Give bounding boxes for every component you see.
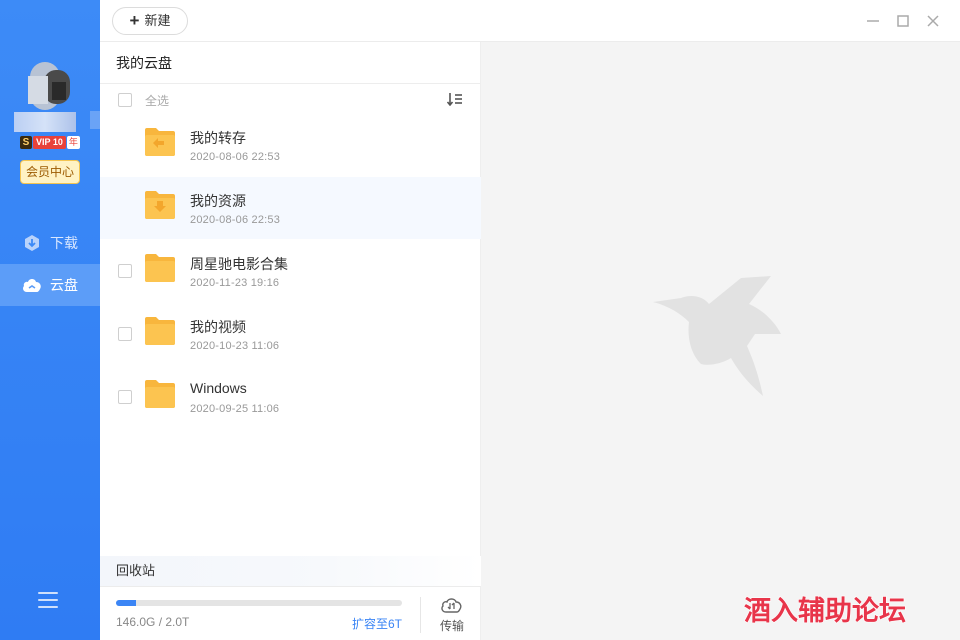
sort-icon[interactable]	[446, 92, 463, 107]
file-row[interactable]: 周星驰电影合集 2020-11-23 19:16	[100, 240, 481, 302]
file-date: 2020-09-25 11:06	[190, 403, 280, 415]
folder-icon	[144, 316, 176, 346]
minimize-icon[interactable]	[864, 12, 882, 30]
file-name: 周星驰电影合集	[190, 256, 288, 272]
username	[14, 112, 76, 132]
file-name: 我的视频	[190, 319, 246, 335]
file-row[interactable]: 我的视频 2020-10-23 11:06	[100, 303, 481, 365]
avatar[interactable]	[16, 62, 74, 110]
nav-label-cloud: 云盘	[50, 277, 78, 293]
member-center-button[interactable]: 会员中心	[20, 160, 80, 184]
vip-year: 年	[66, 135, 80, 149]
select-all-label: 全选	[145, 93, 170, 108]
title-bar: + 新建	[100, 0, 960, 42]
file-panel: 我的云盘 全选 我的转存 2020-08-06 22:53 我的资源 2020-…	[100, 42, 481, 640]
menu-icon[interactable]	[38, 592, 58, 608]
row-checkbox[interactable]	[118, 327, 132, 341]
bird-logo-icon	[653, 276, 781, 396]
watermark-text: 酒入辅助论坛	[744, 596, 906, 627]
storage-used-text: 146.0G / 2.0T	[116, 615, 190, 629]
file-date: 2020-08-06 22:53	[190, 214, 281, 226]
nav-item-download[interactable]: 下载	[0, 222, 100, 264]
nav-item-cloud[interactable]: 云盘	[0, 264, 100, 306]
svip-icon: S	[20, 135, 32, 149]
storage-progress	[116, 600, 402, 606]
storage-progress-fill	[116, 600, 137, 606]
new-button-label: 新建	[144, 13, 171, 28]
recycle-bin[interactable]: 回收站	[100, 556, 481, 586]
nav-label-download: 下载	[50, 235, 78, 251]
file-row[interactable]: 我的转存 2020-08-06 22:53	[100, 114, 481, 176]
cloud-icon	[22, 275, 42, 295]
vip-level: VIP 10	[33, 135, 66, 149]
file-date: 2020-11-23 19:16	[190, 277, 280, 289]
file-name: 我的转存	[190, 130, 246, 146]
preview-area: 酒入辅助论坛	[481, 42, 960, 640]
file-date: 2020-08-06 22:53	[190, 151, 281, 163]
file-date: 2020-10-23 11:06	[190, 340, 280, 352]
folder-transfer-icon	[144, 127, 176, 157]
download-icon	[22, 233, 42, 253]
select-all-row: 全选	[100, 90, 481, 110]
folder-resource-icon	[144, 190, 176, 220]
file-name: 我的资源	[190, 193, 246, 209]
close-icon[interactable]	[924, 12, 942, 30]
transfer-button[interactable]: 传输	[434, 595, 470, 634]
folder-icon	[144, 379, 176, 409]
maximize-icon[interactable]	[894, 12, 912, 30]
divider	[420, 597, 421, 633]
new-button[interactable]: + 新建	[112, 7, 188, 35]
folder-icon	[144, 253, 176, 283]
transfer-label: 传输	[439, 619, 464, 633]
file-row[interactable]: 我的资源 2020-08-06 22:53	[100, 177, 481, 239]
expand-storage-link[interactable]: 扩容至6T	[352, 615, 402, 632]
forum-watermark: 酒入辅助论坛	[743, 595, 906, 627]
plus-icon: +	[129, 11, 140, 30]
panel-title: 我的云盘	[100, 42, 480, 84]
storage-bar: 146.0G / 2.0T 扩容至6T 传输	[100, 586, 481, 640]
row-checkbox[interactable]	[118, 390, 132, 404]
file-name: Windows	[190, 380, 247, 396]
transfer-icon	[440, 595, 464, 615]
vip-badge: S VIP 10 年	[20, 135, 80, 149]
file-row[interactable]: Windows 2020-09-25 11:06	[100, 366, 481, 428]
sidebar: S VIP 10 年 会员中心 下载 云盘	[0, 0, 104, 640]
row-checkbox[interactable]	[118, 264, 132, 278]
select-all-checkbox[interactable]	[118, 93, 132, 107]
